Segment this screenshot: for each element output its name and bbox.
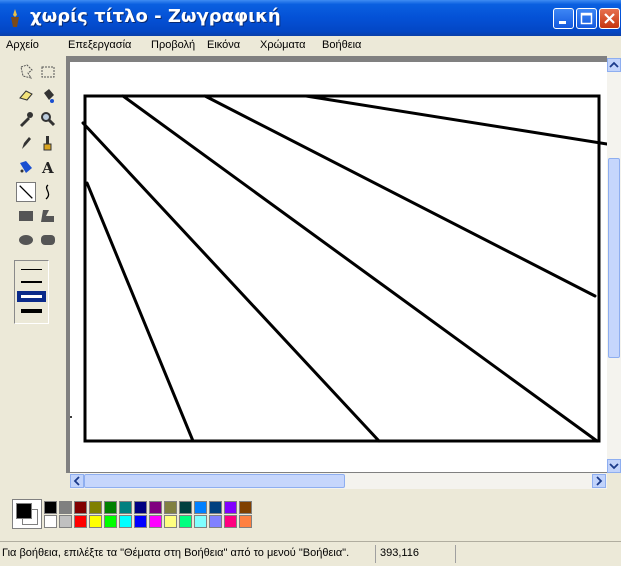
vertical-scrollbar[interactable] bbox=[607, 58, 621, 473]
palette-color-swatch[interactable] bbox=[149, 501, 162, 514]
palette-color-swatch[interactable] bbox=[134, 515, 147, 528]
line-width-panel bbox=[14, 260, 49, 324]
palette-color-swatch[interactable] bbox=[149, 515, 162, 528]
canvas-resize-handle[interactable] bbox=[70, 416, 72, 418]
current-colors[interactable] bbox=[12, 499, 42, 529]
rounded-rectangle-tool-icon[interactable] bbox=[40, 232, 56, 248]
palette-color-swatch[interactable] bbox=[104, 515, 117, 528]
foreground-color-swatch[interactable] bbox=[16, 503, 32, 519]
horizontal-scrollbar[interactable] bbox=[70, 473, 607, 489]
menu-edit[interactable]: Επεξεργασία bbox=[68, 39, 131, 51]
palette-color-swatch[interactable] bbox=[164, 515, 177, 528]
horizontal-scroll-thumb[interactable] bbox=[84, 474, 345, 488]
eraser-icon[interactable] bbox=[18, 87, 34, 103]
svg-text:A: A bbox=[41, 159, 54, 175]
scroll-right-icon bbox=[596, 476, 603, 486]
fill-icon[interactable] bbox=[40, 87, 56, 103]
free-select-icon[interactable] bbox=[18, 64, 34, 80]
palette-color-swatch[interactable] bbox=[119, 501, 132, 514]
status-divider bbox=[375, 545, 376, 563]
scroll-corner bbox=[607, 473, 621, 489]
curve-tool-icon[interactable] bbox=[40, 184, 56, 200]
magnifier-icon[interactable] bbox=[40, 111, 56, 127]
drawn-rectangle bbox=[83, 94, 601, 443]
drawn-line bbox=[203, 94, 597, 298]
drawing-canvas[interactable] bbox=[70, 62, 607, 472]
status-coordinates: 393,116 bbox=[380, 547, 419, 559]
maximize-icon bbox=[580, 12, 593, 25]
close-button[interactable] bbox=[599, 8, 620, 29]
palette-color-swatch[interactable] bbox=[224, 501, 237, 514]
drawing-content bbox=[70, 94, 607, 443]
palette-color-swatch[interactable] bbox=[119, 515, 132, 528]
menu-help[interactable]: Βοήθεια bbox=[322, 39, 361, 51]
palette-color-swatch[interactable] bbox=[59, 501, 72, 514]
status-divider bbox=[455, 545, 456, 563]
palette-color-swatch[interactable] bbox=[194, 501, 207, 514]
color-picker-icon[interactable] bbox=[18, 111, 34, 127]
airbrush-icon[interactable] bbox=[18, 159, 34, 175]
palette-color-swatch[interactable] bbox=[89, 515, 102, 528]
paint-app-icon bbox=[11, 9, 19, 27]
scroll-up-icon bbox=[609, 61, 619, 68]
color-palette bbox=[0, 489, 621, 541]
text-tool-icon[interactable]: A bbox=[40, 159, 56, 175]
ellipse-tool-icon[interactable] bbox=[18, 232, 34, 248]
palette-color-swatch[interactable] bbox=[104, 501, 117, 514]
brush-icon[interactable] bbox=[40, 135, 56, 151]
scroll-up-button[interactable] bbox=[607, 58, 621, 72]
palette-color-swatch[interactable] bbox=[89, 501, 102, 514]
menu-colors[interactable]: Χρώματα bbox=[260, 39, 305, 51]
menu-view[interactable]: Προβολή bbox=[151, 39, 195, 51]
drawn-line bbox=[85, 181, 195, 443]
palette-color-swatch[interactable] bbox=[74, 501, 87, 514]
palette-color-swatch[interactable] bbox=[179, 515, 192, 528]
palette-color-swatch[interactable] bbox=[59, 515, 72, 528]
window-title: χωρίς τίτλο - Ζωγραφική bbox=[30, 6, 281, 27]
scroll-down-button[interactable] bbox=[607, 459, 621, 473]
palette-color-swatch[interactable] bbox=[134, 501, 147, 514]
line-width-1[interactable] bbox=[21, 269, 42, 270]
status-help-text: Για βοήθεια, επιλέξτε τα "Θέματα στη Βοή… bbox=[2, 547, 350, 559]
palette-color-swatch[interactable] bbox=[164, 501, 177, 514]
menu-image[interactable]: Εικόνα bbox=[207, 39, 240, 51]
drawn-line bbox=[121, 94, 599, 443]
polygon-tool-icon[interactable] bbox=[40, 208, 56, 224]
menu-bar: Αρχείο Επεξεργασία Προβολή Εικόνα Χρώματ… bbox=[0, 36, 621, 56]
status-bar: Για βοήθεια, επιλέξτε τα "Θέματα στη Βοή… bbox=[0, 541, 621, 566]
palette-color-swatch[interactable] bbox=[74, 515, 87, 528]
toolbox: A bbox=[0, 56, 66, 473]
line-width-2[interactable] bbox=[21, 281, 42, 283]
close-icon bbox=[604, 13, 615, 24]
line-tool-icon[interactable] bbox=[16, 182, 36, 202]
line-width-4[interactable] bbox=[21, 309, 42, 313]
palette-color-swatch[interactable] bbox=[194, 515, 207, 528]
title-bar[interactable]: χωρίς τίτλο - Ζωγραφική bbox=[0, 0, 621, 36]
palette-color-swatch[interactable] bbox=[209, 501, 222, 514]
palette-color-swatch[interactable] bbox=[209, 515, 222, 528]
pencil-icon[interactable] bbox=[18, 135, 34, 151]
palette-color-swatch[interactable] bbox=[239, 501, 252, 514]
maximize-button[interactable] bbox=[576, 8, 597, 29]
palette-color-swatch[interactable] bbox=[44, 501, 57, 514]
minimize-button[interactable] bbox=[553, 8, 574, 29]
scroll-left-icon bbox=[73, 476, 80, 486]
scroll-down-icon bbox=[609, 463, 619, 470]
scroll-right-button[interactable] bbox=[592, 474, 606, 488]
menu-file[interactable]: Αρχείο bbox=[6, 39, 39, 51]
palette-color-swatch[interactable] bbox=[44, 515, 57, 528]
palette-color-swatch[interactable] bbox=[179, 501, 192, 514]
line-width-3-selected[interactable] bbox=[17, 291, 46, 302]
palette-color-swatch[interactable] bbox=[239, 515, 252, 528]
vertical-scroll-thumb[interactable] bbox=[608, 158, 620, 358]
scroll-left-button[interactable] bbox=[70, 474, 84, 488]
rectangle-tool-icon[interactable] bbox=[18, 208, 34, 224]
minimize-icon bbox=[559, 21, 566, 24]
drawn-line bbox=[304, 94, 607, 146]
palette-color-swatch[interactable] bbox=[224, 515, 237, 528]
rect-select-icon[interactable] bbox=[40, 64, 56, 80]
